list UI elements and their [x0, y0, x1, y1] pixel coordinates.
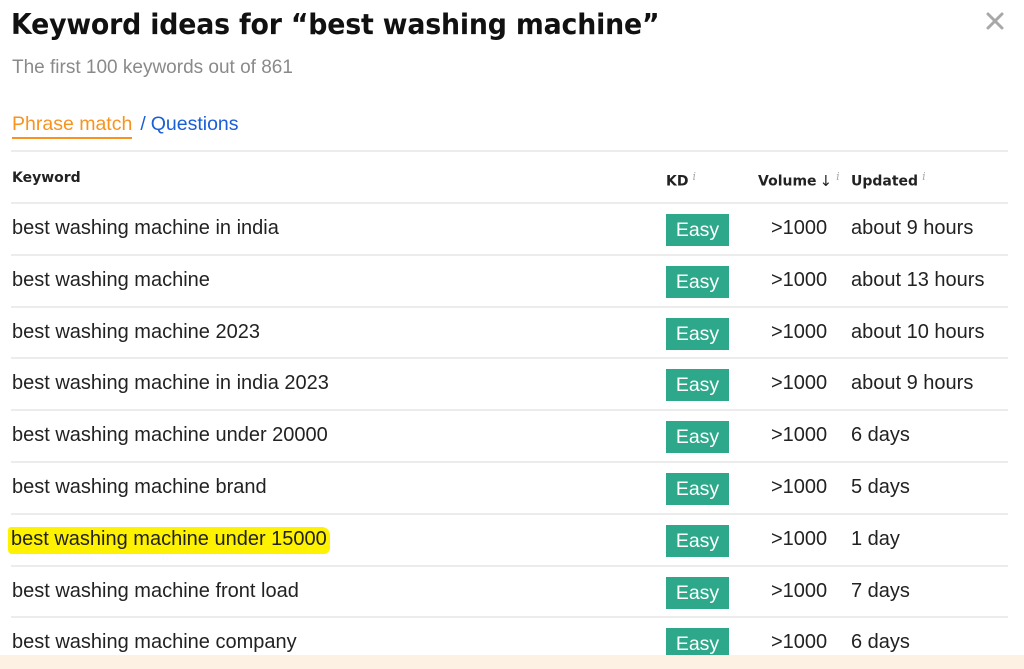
updated-value: 7 days	[851, 579, 910, 602]
table-row: best washing machine Easy >1000 about 13 ho…	[11, 253, 1008, 306]
info-icon[interactable]: i	[922, 170, 926, 183]
kd-badge: Easy	[666, 576, 729, 609]
close-icon	[986, 12, 1004, 30]
updated-value: 1 day	[851, 527, 900, 550]
volume-value: >1000	[771, 527, 828, 550]
keyword-link[interactable]: best washing machine under 15000	[8, 526, 330, 554]
updated-value: 5 days	[851, 475, 910, 498]
keyword-table: Keyword KD i Volume ↓ i Updated i best washi…	[8, 150, 1008, 668]
table-row: best washing machine brand Easy >1000 5 day…	[11, 460, 1008, 513]
keyword-count-subtitle: The first 100 keywords out of 861	[12, 57, 293, 78]
sort-descending-icon: ↓	[819, 171, 833, 190]
kd-badge: Easy	[666, 214, 729, 246]
keyword-link[interactable]: best washing machine brand	[12, 476, 267, 499]
footer-strip	[0, 655, 1024, 669]
updated-value: about 9 hours	[851, 217, 974, 239]
info-icon[interactable]: i	[692, 170, 696, 183]
column-header-volume[interactable]: Volume ↓ i	[758, 170, 840, 190]
keyword-link[interactable]: best washing machine	[12, 269, 210, 292]
kd-badge: Easy	[666, 317, 729, 350]
kd-badge: Easy	[666, 369, 729, 402]
page-title: Keyword ideas for “best washing machine”	[11, 8, 660, 41]
updated-value: about 13 hours	[851, 268, 985, 291]
tab-phrase-match[interactable]: Phrase match	[12, 113, 133, 139]
updated-value: 6 days	[851, 424, 910, 447]
close-button[interactable]	[982, 8, 1008, 34]
volume-value: >1000	[771, 320, 828, 343]
tab-separator: /	[140, 113, 146, 135]
volume-value: >1000	[771, 268, 828, 291]
column-header-kd[interactable]: KD i	[666, 170, 696, 190]
table-row: best washing machine in india Easy >1000 ab…	[11, 202, 1008, 254]
updated-value: about 9 hours	[851, 372, 974, 395]
volume-value: >1000	[771, 579, 828, 602]
kd-badge: Easy	[666, 265, 729, 298]
table-row: best washing machine in india 2023 Easy >1…	[11, 357, 1008, 409]
table-header: Keyword KD i Volume ↓ i Updated i	[11, 150, 1008, 202]
volume-value: >1000	[771, 372, 828, 395]
info-icon[interactable]: i	[836, 170, 840, 183]
match-type-tabs: Phrase match / Questions	[12, 113, 239, 139]
kd-badge: Easy	[666, 524, 729, 557]
table-row: best washing machine 2023 Easy >1000 about …	[11, 305, 1008, 358]
kd-badge: Easy	[666, 472, 729, 505]
column-header-keyword[interactable]: Keyword	[12, 170, 81, 186]
volume-value: >1000	[771, 217, 828, 239]
table-row: best washing machine under 15000 Easy >100…	[8, 512, 1008, 565]
tab-questions[interactable]: Questions	[151, 113, 239, 135]
keyword-link[interactable]: best washing machine company	[12, 631, 297, 654]
updated-value: 6 days	[851, 631, 910, 654]
keyword-link[interactable]: best washing machine 2023	[12, 321, 260, 344]
volume-value: >1000	[771, 631, 828, 654]
keyword-link[interactable]: best washing machine front load	[12, 580, 299, 603]
table-row: best washing machine front load Easy >1000…	[11, 564, 1008, 617]
volume-value: >1000	[771, 475, 828, 498]
updated-value: about 10 hours	[851, 320, 985, 343]
keyword-link[interactable]: best washing machine in india 2023	[12, 372, 329, 395]
volume-value: >1000	[771, 424, 828, 447]
keyword-link[interactable]: best washing machine in india	[12, 217, 279, 240]
kd-badge: Easy	[666, 421, 729, 454]
keyword-link[interactable]: best washing machine under 20000	[12, 424, 328, 447]
column-header-updated[interactable]: Updated i	[851, 170, 926, 190]
table-row: best washing machine under 20000 Easy >100…	[11, 409, 1008, 461]
